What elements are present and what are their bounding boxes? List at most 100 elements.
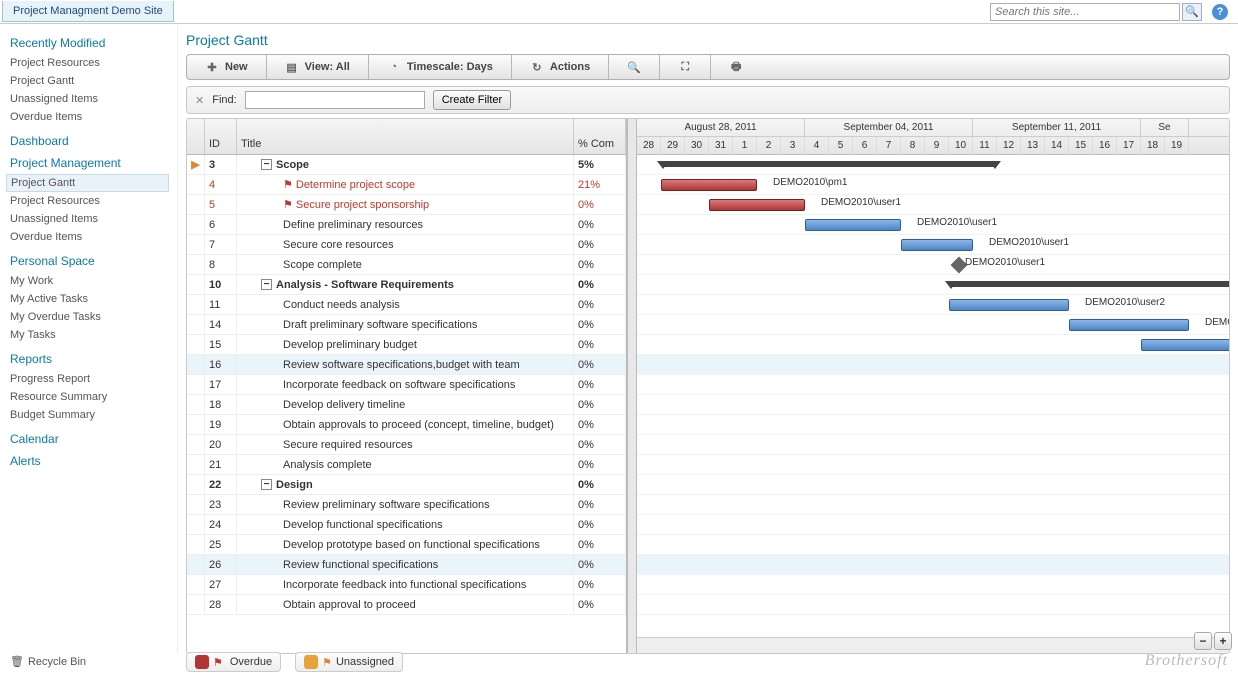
day-header: 31	[709, 137, 733, 155]
month-header: September 11, 2011	[973, 119, 1141, 136]
sidebar-heading[interactable]: Dashboard	[10, 134, 169, 148]
task-bar[interactable]	[949, 299, 1069, 311]
table-row[interactable]: 4⚑Determine project scope21%	[187, 175, 626, 195]
task-bar[interactable]	[709, 199, 805, 211]
task-bar[interactable]	[1069, 319, 1189, 331]
table-row[interactable]: 10−Analysis - Software Requirements0%	[187, 275, 626, 295]
cell-complete: 0%	[574, 415, 626, 434]
sidebar-item[interactable]: Unassigned Items	[10, 90, 169, 108]
search-button[interactable]: 🔍	[1182, 3, 1202, 21]
table-row[interactable]: 16Review software specifications,budget …	[187, 355, 626, 375]
day-header: 7	[877, 137, 901, 155]
site-tab[interactable]: Project Managment Demo Site	[2, 1, 174, 22]
summary-bar[interactable]	[661, 161, 997, 167]
cell-id: 6	[205, 215, 237, 234]
table-row[interactable]: 19Obtain approvals to proceed (concept, …	[187, 415, 626, 435]
collapse-icon[interactable]: −	[261, 159, 272, 170]
find-label: Find:	[212, 94, 236, 106]
table-row[interactable]: 21Analysis complete0%	[187, 455, 626, 475]
sidebar-heading[interactable]: Recently Modified	[10, 36, 169, 50]
create-filter-button[interactable]: Create Filter	[433, 90, 512, 110]
col-complete[interactable]: % Com	[574, 119, 626, 154]
search-input[interactable]	[990, 3, 1180, 21]
sidebar-item[interactable]: My Work	[10, 272, 169, 290]
find-input[interactable]	[245, 91, 425, 109]
sidebar-heading[interactable]: Personal Space	[10, 254, 169, 268]
day-header: 17	[1117, 137, 1141, 155]
table-row[interactable]: 17Incorporate feedback on software speci…	[187, 375, 626, 395]
zoom-tool-button[interactable]: 🔍	[609, 55, 660, 79]
cell-title: ⚑Secure project sponsorship	[237, 195, 574, 214]
table-row[interactable]: 24Develop functional specifications0%	[187, 515, 626, 535]
zoom-in-button[interactable]: +	[1214, 632, 1232, 650]
day-header: 3	[781, 137, 805, 155]
cell-id: 8	[205, 255, 237, 274]
sidebar-item[interactable]: Budget Summary	[10, 406, 169, 424]
table-row[interactable]: 26Review functional specifications0%	[187, 555, 626, 575]
table-row[interactable]: 22−Design0%	[187, 475, 626, 495]
cell-title: Define preliminary resources	[237, 215, 574, 234]
table-row[interactable]: 14Draft preliminary software specificati…	[187, 315, 626, 335]
filter-icon: ✕	[195, 94, 204, 107]
cell-title: −Scope	[237, 155, 574, 174]
sidebar-item[interactable]: Project Gantt	[6, 174, 169, 192]
table-row[interactable]: 15Develop preliminary budget0%	[187, 335, 626, 355]
clock-icon: ◔	[387, 60, 401, 74]
cell-complete: 0%	[574, 515, 626, 534]
table-row[interactable]: 20Secure required resources0%	[187, 435, 626, 455]
sidebar-item[interactable]: Project Gantt	[10, 72, 169, 90]
row-marker	[187, 315, 205, 334]
view-button[interactable]: ▤View: All	[267, 55, 369, 79]
sidebar-item[interactable]: Project Resources	[10, 54, 169, 72]
print-button[interactable]: 🖶	[711, 55, 761, 79]
table-row[interactable]: 7Secure core resources0%	[187, 235, 626, 255]
col-id[interactable]: ID	[205, 119, 237, 154]
table-row[interactable]: 8Scope complete0%	[187, 255, 626, 275]
sidebar-item[interactable]: My Active Tasks	[10, 290, 169, 308]
new-button[interactable]: ✚New	[187, 55, 267, 79]
task-bar[interactable]	[1141, 339, 1229, 351]
cell-title: Conduct needs analysis	[237, 295, 574, 314]
table-row[interactable]: 6Define preliminary resources0%	[187, 215, 626, 235]
table-row[interactable]: 23Review preliminary software specificat…	[187, 495, 626, 515]
day-header: 15	[1069, 137, 1093, 155]
gantt-row	[637, 335, 1229, 355]
table-row[interactable]: 11Conduct needs analysis0%	[187, 295, 626, 315]
sidebar-item[interactable]: Overdue Items	[10, 108, 169, 126]
table-row[interactable]: ▶3−Scope5%	[187, 155, 626, 175]
expand-button[interactable]: ⛶	[660, 55, 711, 79]
sidebar-item[interactable]: Resource Summary	[10, 388, 169, 406]
table-row[interactable]: 25Develop prototype based on functional …	[187, 535, 626, 555]
table-row[interactable]: 27Incorporate feedback into functional s…	[187, 575, 626, 595]
timescale-button[interactable]: ◔Timescale: Days	[369, 55, 512, 79]
sidebar-item[interactable]: Unassigned Items	[10, 210, 169, 228]
sidebar-item[interactable]: Progress Report	[10, 370, 169, 388]
sidebar-heading[interactable]: Reports	[10, 352, 169, 366]
sidebar-item[interactable]: Overdue Items	[10, 228, 169, 246]
page-title: Project Gantt	[186, 32, 1230, 48]
gantt-hscroll[interactable]	[637, 637, 1229, 653]
summary-bar[interactable]	[949, 281, 1229, 287]
table-row[interactable]: 18Develop delivery timeline0%	[187, 395, 626, 415]
sidebar-heading[interactable]: Calendar	[10, 432, 169, 446]
task-bar[interactable]	[661, 179, 757, 191]
recycle-bin[interactable]: 🗑 Recycle Bin	[10, 655, 86, 668]
sidebar-heading[interactable]: Project Management	[10, 156, 169, 170]
table-row[interactable]: 28Obtain approval to proceed0%	[187, 595, 626, 615]
sidebar-item[interactable]: Project Resources	[10, 192, 169, 210]
splitter[interactable]	[627, 119, 637, 653]
actions-button[interactable]: ↻Actions	[512, 55, 609, 79]
task-bar[interactable]	[901, 239, 973, 251]
col-title[interactable]: Title	[237, 119, 574, 154]
help-icon[interactable]: ?	[1212, 4, 1228, 20]
collapse-icon[interactable]: −	[261, 479, 272, 490]
sidebar-item[interactable]: My Overdue Tasks	[10, 308, 169, 326]
gantt-row	[637, 155, 1229, 175]
sidebar-item[interactable]: My Tasks	[10, 326, 169, 344]
collapse-icon[interactable]: −	[261, 279, 272, 290]
task-bar[interactable]	[805, 219, 901, 231]
sidebar-heading[interactable]: Alerts	[10, 454, 169, 468]
table-row[interactable]: 5⚑Secure project sponsorship0%	[187, 195, 626, 215]
day-header: 2	[757, 137, 781, 155]
zoom-out-button[interactable]: −	[1194, 632, 1212, 650]
